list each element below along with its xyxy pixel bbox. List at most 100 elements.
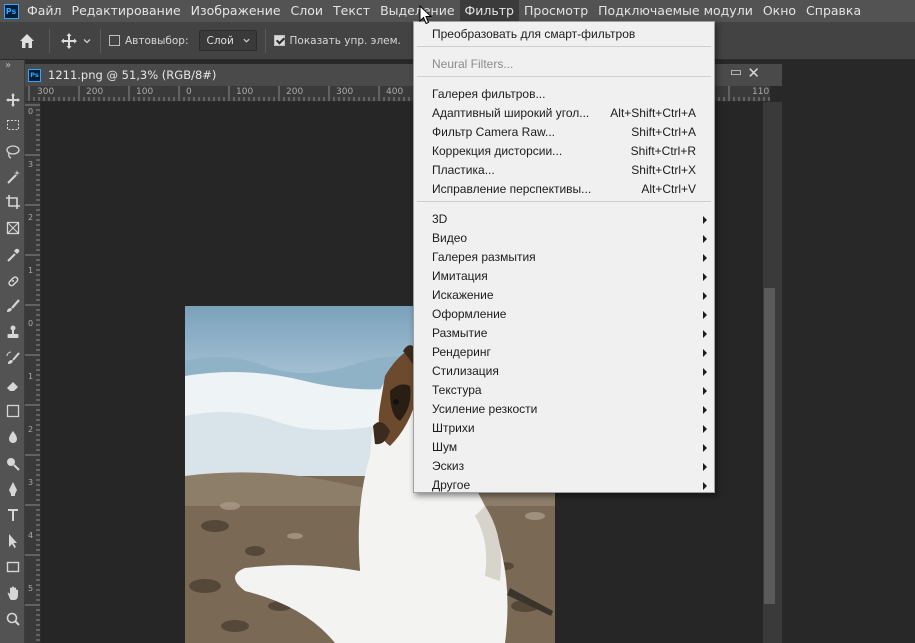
menu-item[interactable]: Изображение: [186, 0, 286, 22]
tools-panel: »: [0, 60, 25, 643]
move-icon: [61, 32, 77, 49]
ruler-label: 400: [386, 87, 404, 97]
close-icon[interactable]: ✕: [747, 64, 760, 82]
menu-item[interactable]: Подключаемые модули: [593, 0, 758, 22]
hand-tool[interactable]: [4, 584, 21, 601]
clone-stamp-icon: [7, 325, 18, 338]
brush-tool[interactable]: [4, 297, 21, 314]
filter-menu-item[interactable]: Пластика... Shift+Ctrl+X: [414, 161, 714, 180]
history-brush-icon: [6, 351, 20, 364]
home-button[interactable]: [0, 31, 37, 51]
eraser-tool[interactable]: [4, 376, 21, 393]
filter-menu-item[interactable]: Рендеринг: [414, 343, 714, 362]
ruler-label: 1: [28, 372, 34, 381]
filter-menu-item[interactable]: Штрихи: [414, 419, 714, 438]
right-panel-area: [782, 60, 915, 643]
filter-menu-item[interactable]: Исправление перспективы... Alt+Ctrl+V: [414, 180, 714, 199]
menu-item[interactable]: Выделение: [375, 0, 459, 22]
filter-menu-item[interactable]: Эскиз: [414, 457, 714, 476]
rectangle-tool[interactable]: [4, 558, 21, 575]
autoselect-checkbox-box[interactable]: [109, 35, 120, 46]
dodge-icon: [6, 457, 20, 471]
filter-menu-item[interactable]: Усиление резкости: [414, 400, 714, 419]
filter-menu-item[interactable]: Размытие: [414, 324, 714, 343]
filter-menu-item: Neural Filters...: [414, 55, 714, 74]
rectangle-icon: [6, 561, 19, 572]
crop-tool[interactable]: [4, 193, 21, 210]
options-separator: [49, 28, 50, 53]
ruler-label: 200: [86, 87, 104, 97]
autoselect-checkbox[interactable]: Автовыбор:: [109, 35, 189, 47]
filter-menu-item[interactable]: Коррекция дисторсии... Shift+Ctrl+R: [414, 142, 714, 161]
vertical-scrollbar-thumb[interactable]: [764, 288, 775, 604]
menu-item[interactable]: Файл: [22, 0, 67, 22]
filter-menu-item[interactable]: Галерея фильтров...: [414, 85, 714, 104]
menu-item[interactable]: Текст: [328, 0, 375, 22]
autoselect-target-dropdown[interactable]: Слой: [198, 30, 257, 51]
ruler-label: 300: [336, 87, 354, 97]
dodge-tool[interactable]: [4, 455, 21, 472]
lasso-icon: [5, 144, 20, 159]
ruler-label: 100: [136, 87, 154, 97]
filter-menu-item[interactable]: Имитация: [414, 267, 714, 286]
mouse-cursor-icon: [419, 5, 433, 25]
menu-item[interactable]: Фильтр: [459, 0, 519, 22]
expand-panel-icon[interactable]: »: [5, 60, 11, 71]
menu-item[interactable]: Справка: [801, 0, 866, 22]
menu-item[interactable]: Слои: [286, 0, 329, 22]
ruler-label: 0: [186, 87, 192, 97]
filter-menu-item[interactable]: 3D: [414, 210, 714, 229]
blur-tool[interactable]: [4, 428, 21, 445]
zoom-icon: [6, 612, 20, 626]
submenu-arrow-icon: [703, 349, 707, 357]
gradient-tool[interactable]: [4, 402, 21, 419]
filter-menu-item[interactable]: Галерея размытия: [414, 248, 714, 267]
filter-menu-item-label: Имитация: [432, 269, 488, 283]
filter-menu-item[interactable]: Стилизация: [414, 362, 714, 381]
eyedropper-tool[interactable]: [4, 246, 21, 263]
magic-wand-tool[interactable]: [4, 168, 21, 185]
filter-menu-item[interactable]: Фильтр Camera Raw... Shift+Ctrl+A: [414, 123, 714, 142]
eraser-icon: [6, 381, 18, 391]
menu-item[interactable]: Окно: [758, 0, 801, 22]
filter-menu-item[interactable]: Преобразовать для смарт-фильтров: [414, 25, 714, 44]
pen-tool[interactable]: [4, 480, 21, 497]
path-selection-tool[interactable]: [4, 532, 21, 549]
filter-menu-item[interactable]: Видео: [414, 229, 714, 248]
menu-separator: [417, 201, 711, 202]
menu-item[interactable]: Просмотр: [519, 0, 593, 22]
lasso-tool[interactable]: [4, 143, 21, 160]
menu-item[interactable]: Редактирование: [67, 0, 186, 22]
filter-menu-item-label: Эскиз: [432, 459, 465, 473]
filter-menu-item[interactable]: Другое: [414, 476, 714, 495]
filter-menu-item[interactable]: Адаптивный широкий угол... Alt+Shift+Ctrl…: [414, 104, 714, 123]
show-controls-checkbox-box[interactable]: [273, 35, 285, 46]
type-tool[interactable]: [4, 506, 21, 523]
move-tool[interactable]: [4, 91, 21, 108]
eyedropper-icon: [6, 248, 19, 262]
filter-menu-item[interactable]: Искажение: [414, 286, 714, 305]
filter-menu-item[interactable]: Текстура: [414, 381, 714, 400]
filter-menu-item-shortcut: Alt+Ctrl+V: [641, 182, 696, 196]
filter-menu-item[interactable]: Шум: [414, 438, 714, 457]
frame-tool[interactable]: [4, 219, 21, 236]
filter-menu-item-label: Рендеринг: [432, 345, 491, 359]
filter-menu-item-label: Искажение: [432, 288, 494, 302]
healing-brush-tool[interactable]: [4, 272, 21, 289]
filter-menu-item-label: 3D: [432, 212, 448, 226]
filter-menu-item[interactable]: Оформление: [414, 305, 714, 324]
show-controls-label: Показать упр. элем.: [289, 34, 401, 47]
submenu-arrow-icon: [703, 235, 707, 243]
filter-menu-item-label: Текстура: [432, 383, 482, 397]
move-tool-preset-button[interactable]: [58, 32, 92, 50]
filter-menu-item-label: Фильтр Camera Raw...: [432, 125, 556, 139]
filter-menu-item-label: Штрихи: [432, 421, 475, 435]
clone-stamp-tool[interactable]: [4, 323, 21, 340]
minimize-icon[interactable]: ▭: [730, 65, 742, 80]
move-icon: [5, 92, 20, 107]
zoom-tool[interactable]: [4, 610, 21, 627]
show-transform-controls-checkbox[interactable]: Показать упр. элем.: [273, 34, 401, 47]
marquee-tool[interactable]: [4, 116, 21, 133]
submenu-arrow-icon: [703, 292, 707, 300]
history-brush-tool[interactable]: [4, 350, 21, 367]
